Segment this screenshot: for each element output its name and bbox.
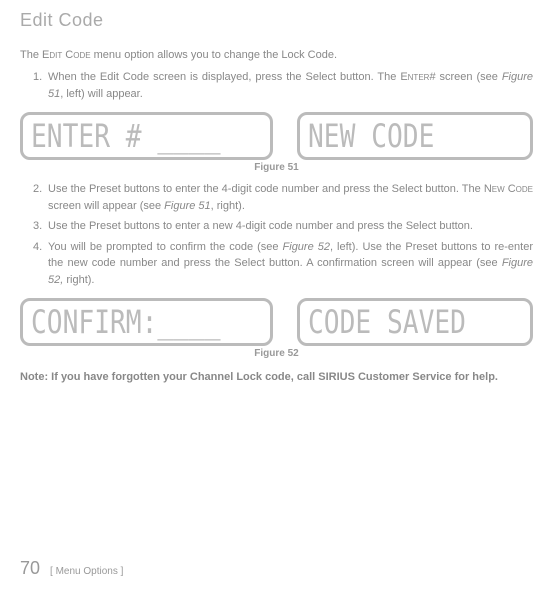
figure-52-caption: Figure 52 [20,348,533,359]
intro-pre: The [20,49,42,61]
figure-52-row: CONFIRM:____ CODE SAVED [20,298,533,346]
step-sc: New Code [484,183,533,195]
step-2: 2. Use the Preset buttons to enter the 4… [48,181,533,214]
step-num: 1. [33,69,42,86]
step-num: 2. [33,181,42,198]
lcd-enter-text: ENTER # ____ [31,120,221,152]
lcd-enter: ENTER # ____ [20,112,273,160]
lcd-newcode: NEW CODE [297,112,533,160]
lcd-confirm: CONFIRM:____ [20,298,273,346]
steps-list: 1. When the Edit Code screen is displaye… [20,69,533,102]
step-fig1: Figure 52 [283,241,330,253]
step-fig: Figure 51 [164,200,210,212]
step-1: 1. When the Edit Code screen is displaye… [48,69,533,102]
step-text-c: , left) will appear. [60,88,143,100]
intro-sc: Edit Code [42,49,91,61]
step-text-b: # screen (see [429,71,501,83]
intro-post: menu option allows you to change the Loc… [91,49,337,61]
step-4: 4. You will be prompted to confirm the c… [48,239,533,289]
lcd-confirm-text: CONFIRM:____ [31,306,221,338]
lcd-saved-text: CODE SAVED [308,306,466,338]
step-text-b: screen will appear (see [48,200,164,212]
step-num: 4. [33,239,42,256]
step-3: 3. Use the Preset buttons to enter a new… [48,218,533,235]
step-text-a: Use the Preset buttons to enter a new 4-… [48,220,473,232]
step-text-a: When the Edit Code screen is displayed, … [48,71,400,83]
page-footer: 70 [ Menu Options ] [20,558,123,579]
footer-section: [ Menu Options ] [50,566,123,577]
step-text-a: Use the Preset buttons to enter the 4-di… [48,183,484,195]
step-text-c: , right). [211,200,245,212]
note-text: Note: If you have forgotten your Channel… [20,371,533,383]
step-text-a: You will be prompted to confirm the code… [48,241,283,253]
step-num: 3. [33,218,42,235]
intro-text: The Edit Code menu option allows you to … [20,49,533,61]
page-title: Edit Code [20,10,533,31]
step-text-c: right). [63,274,94,286]
page-number: 70 [20,558,40,579]
steps-list-2: 2. Use the Preset buttons to enter the 4… [20,181,533,288]
step-sc: Enter [400,71,429,83]
figure-51-row: ENTER # ____ NEW CODE [20,112,533,160]
lcd-newcode-text: NEW CODE [308,120,434,152]
lcd-saved: CODE SAVED [297,298,533,346]
figure-51-caption: Figure 51 [20,162,533,173]
